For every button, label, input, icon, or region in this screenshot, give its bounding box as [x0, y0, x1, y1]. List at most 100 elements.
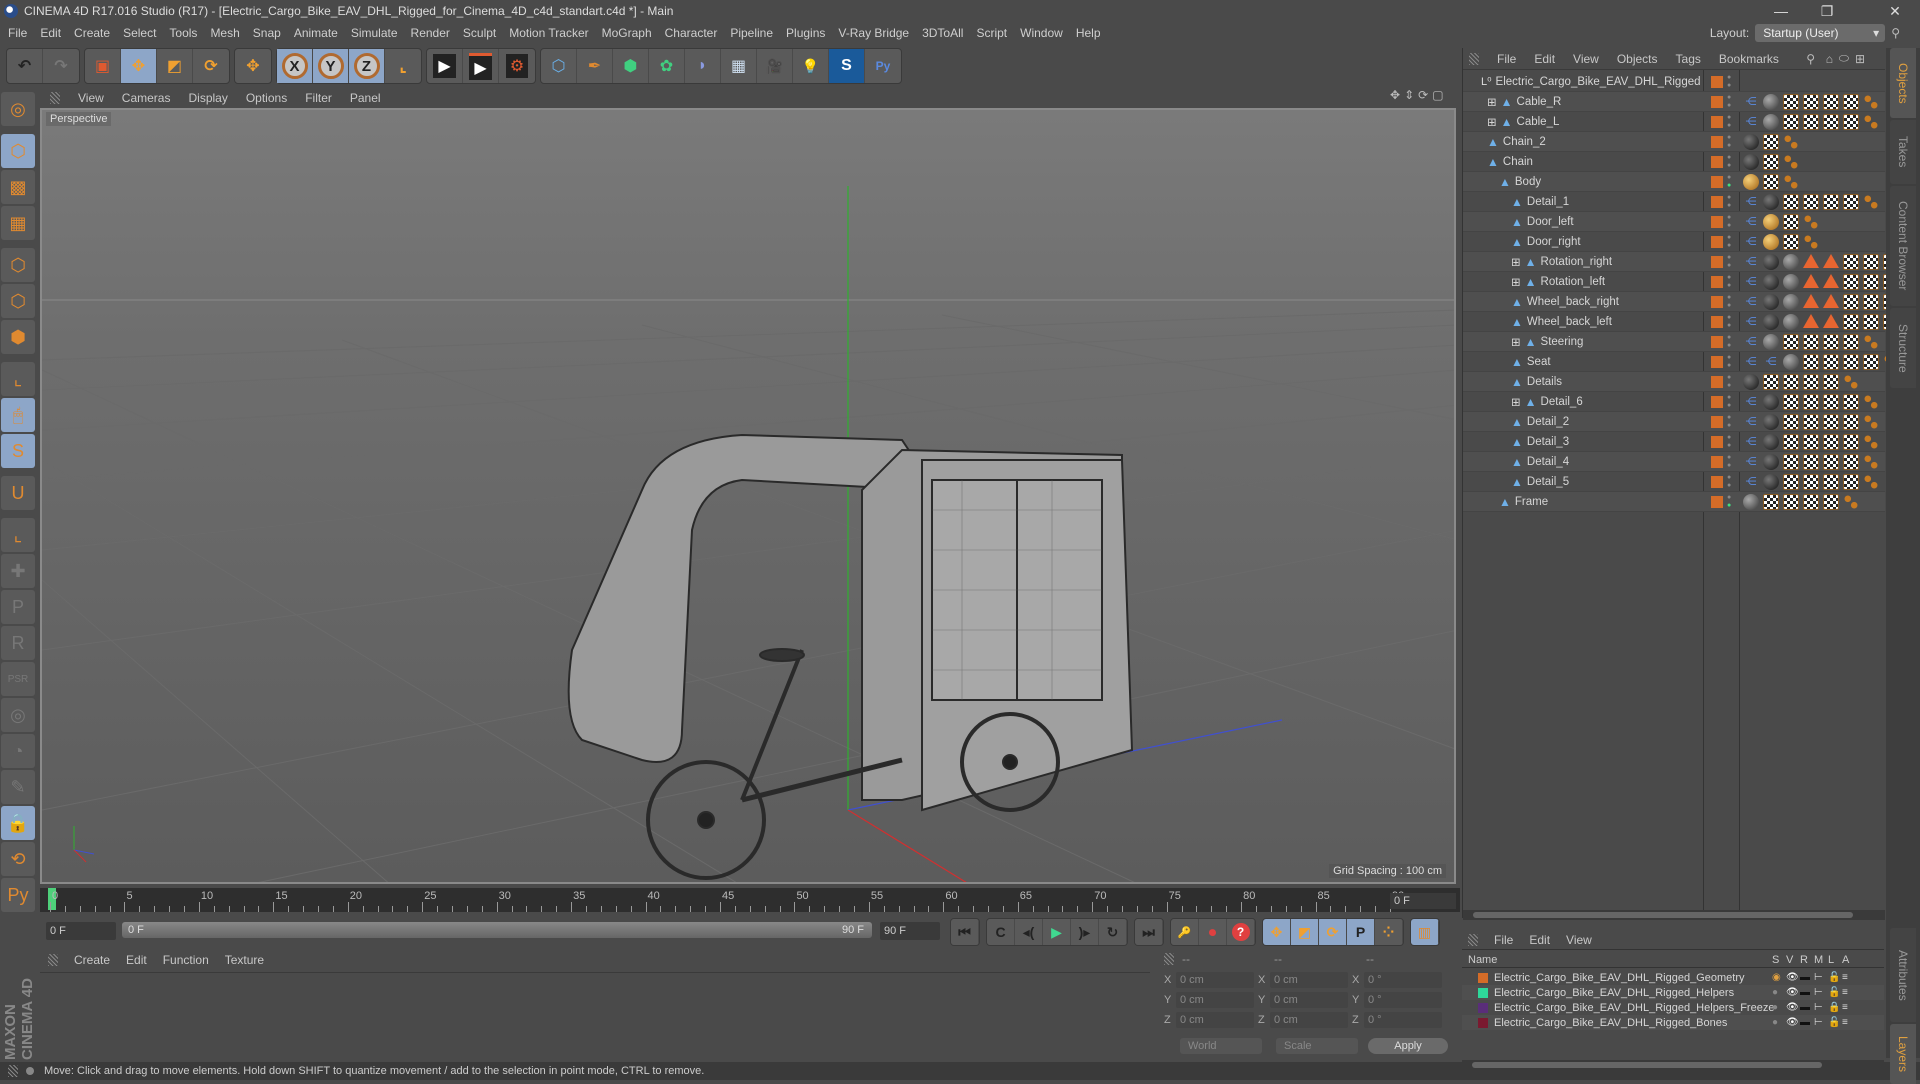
texture-tag-icon[interactable] [1823, 434, 1839, 450]
workplane-mode-button[interactable]: ▦ [1, 206, 35, 240]
y-pos-field[interactable]: 0 cm [1176, 992, 1254, 1008]
menu-simulate[interactable]: Simulate [351, 26, 398, 40]
key-rotation-button[interactable]: ⟳ [1319, 919, 1347, 945]
deformer-button[interactable]: ◗ [685, 49, 721, 83]
material-tag-icon[interactable] [1763, 274, 1779, 290]
workplane-rotate-button[interactable]: ⟲ [1, 842, 35, 876]
material-tag-icon[interactable] [1763, 94, 1779, 110]
menu-render[interactable]: Render [411, 26, 450, 40]
material-tag-icon[interactable] [1763, 234, 1779, 250]
weight-tag-icon[interactable] [1863, 454, 1879, 470]
layer-color-swatch[interactable] [1711, 196, 1723, 208]
sketch-toon-button[interactable]: S [829, 49, 865, 83]
side-tab-takes[interactable]: Takes [1890, 120, 1916, 184]
y-rot-field[interactable]: 0 ° [1364, 992, 1442, 1008]
visibility-dots[interactable]: ● ● [1727, 234, 1733, 250]
object-menu-bookmarks[interactable]: Bookmarks [1719, 52, 1779, 66]
layer-menu-edit[interactable]: Edit [1529, 933, 1550, 947]
current-frame-field[interactable]: 0 F [1390, 893, 1456, 909]
viewport-menu-options[interactable]: Options [246, 91, 287, 105]
grip-handle[interactable] [48, 954, 58, 966]
tweak-mode-button[interactable]: 🖱 [1, 398, 35, 432]
texture-tag-icon[interactable] [1823, 374, 1839, 390]
phong-tag-icon[interactable] [1803, 254, 1819, 268]
material-tag-icon[interactable] [1763, 294, 1779, 310]
move-tool-button[interactable]: ✥ [121, 49, 157, 83]
visibility-dots[interactable]: ● ● [1727, 314, 1733, 330]
expand-icon[interactable]: ⊞ [1487, 95, 1497, 109]
edges-mode-button[interactable]: ⬡ [1, 284, 35, 318]
phong-tag-icon[interactable] [1803, 294, 1819, 308]
material-tag-icon[interactable] [1743, 174, 1759, 190]
layer-color-swatch[interactable] [1711, 456, 1723, 468]
grip-handle[interactable] [1468, 933, 1478, 946]
texture-tag-icon[interactable] [1843, 474, 1859, 490]
phong-tag-icon[interactable] [1803, 274, 1819, 288]
texture-tag-icon[interactable] [1823, 94, 1839, 110]
texture-tag-icon[interactable] [1843, 394, 1859, 410]
layer-column-v[interactable]: V [1786, 954, 1793, 966]
object-menu-edit[interactable]: Edit [1534, 52, 1555, 66]
object-menu-view[interactable]: View [1573, 52, 1599, 66]
pin-psr-button[interactable]: PSR [1, 662, 35, 696]
texture-tag-icon[interactable] [1863, 274, 1879, 290]
y-axis-lock-button[interactable]: Y [313, 49, 349, 83]
material-menu-create[interactable]: Create [74, 953, 110, 967]
texture-tag-icon[interactable] [1843, 434, 1859, 450]
points-mode-button[interactable]: ⬡ [1, 248, 35, 282]
manager-icon[interactable]: ⊢ [1814, 987, 1823, 998]
visibility-dots[interactable]: ● ● [1727, 94, 1733, 110]
material-tag-icon[interactable] [1783, 274, 1799, 290]
texture-tag-icon[interactable] [1783, 454, 1799, 470]
orbit-icon[interactable]: ⟳ [1418, 88, 1428, 102]
python-button[interactable]: Py [1, 878, 35, 912]
key-position-button[interactable]: ✥ [1263, 919, 1291, 945]
visibility-dots[interactable]: ● ● [1727, 454, 1733, 470]
weight-tag-icon[interactable] [1863, 334, 1879, 350]
render-settings-button[interactable]: ⚙ [499, 49, 535, 83]
weight-tag-icon[interactable] [1863, 434, 1879, 450]
texture-tag-icon[interactable] [1803, 374, 1819, 390]
ik-tag-icon[interactable]: ⋲ [1743, 294, 1759, 310]
material-menu-texture[interactable]: Texture [225, 953, 264, 967]
texture-tag-icon[interactable] [1863, 314, 1879, 330]
close-button[interactable]: ✕ [1872, 0, 1918, 22]
texture-tag-icon[interactable] [1843, 334, 1859, 350]
ik-tag-icon[interactable]: ⋲ [1743, 274, 1759, 290]
layer-color-swatch[interactable] [1711, 216, 1723, 228]
layer-color-swatch[interactable] [1711, 96, 1723, 108]
phong-tag-icon[interactable] [1823, 254, 1839, 268]
texture-tag-icon[interactable] [1783, 334, 1799, 350]
ik-tag-icon[interactable]: ⋲ [1743, 454, 1759, 470]
coordinate-system-button[interactable]: ⌞ [385, 49, 421, 83]
material-area[interactable] [40, 972, 1150, 1052]
light-button[interactable]: 💡 [793, 49, 829, 83]
ik-tool-button[interactable]: ✚ [1, 554, 35, 588]
weight-tag-icon[interactable] [1783, 174, 1799, 190]
layer-row[interactable]: Electric_Cargo_Bike_EAV_DHL_Rigged_Geome… [1462, 970, 1884, 985]
menu-script[interactable]: Script [976, 26, 1007, 40]
material-tag-icon[interactable] [1763, 474, 1779, 490]
object-menu-file[interactable]: File [1497, 52, 1516, 66]
visibility-dots[interactable]: ● ● [1727, 434, 1733, 450]
texture-tag-icon[interactable] [1843, 314, 1859, 330]
layer-color-swatch[interactable] [1711, 316, 1723, 328]
ik-tag-icon[interactable]: ⋲ [1743, 214, 1759, 230]
manager-icon[interactable]: ⊢ [1814, 1017, 1823, 1028]
render-picture-viewer-button[interactable]: ▶ [463, 49, 499, 83]
texture-tag-icon[interactable] [1843, 114, 1859, 130]
ik-tag-icon[interactable]: ⋲ [1743, 434, 1759, 450]
texture-tag-icon[interactable] [1863, 294, 1879, 310]
ik-tag-icon[interactable]: ⋲ [1743, 114, 1759, 130]
texture-tag-icon[interactable] [1783, 94, 1799, 110]
manager-icon[interactable]: ⊢ [1814, 972, 1823, 983]
pin-p-button[interactable]: P [1, 590, 35, 624]
texture-tag-icon[interactable] [1843, 194, 1859, 210]
layer-color-swatch[interactable] [1711, 356, 1723, 368]
pin-pie-button[interactable]: ◔ [1, 734, 35, 768]
visibility-eye-icon[interactable]: 👁 [1786, 1002, 1799, 1013]
texture-tag-icon[interactable] [1823, 354, 1839, 370]
workplane-axis-button[interactable]: ⌞ [1, 518, 35, 552]
model-mode-button[interactable]: ⬡ [1, 134, 35, 168]
texture-tag-icon[interactable] [1823, 394, 1839, 410]
